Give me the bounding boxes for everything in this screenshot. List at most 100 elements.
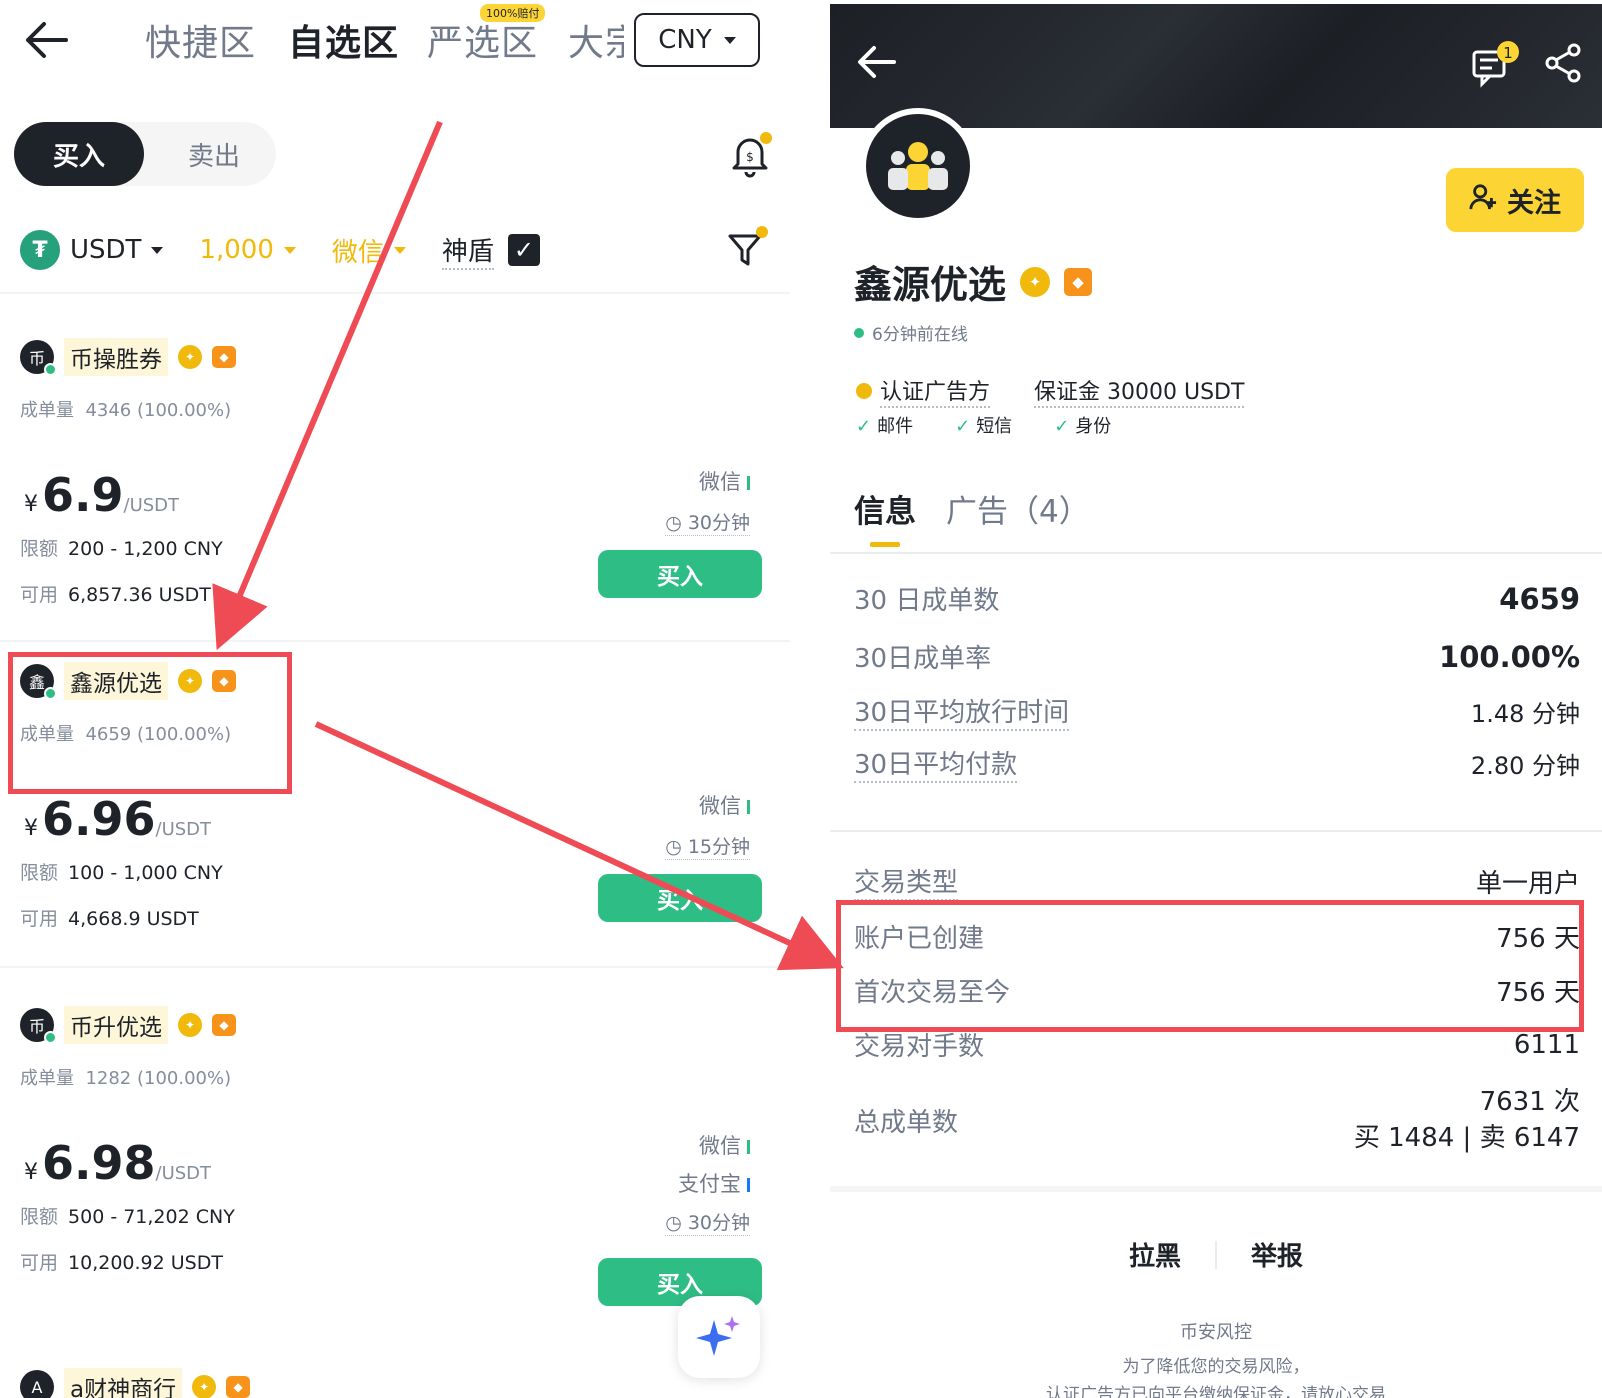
risk-control-title: 币安风控 bbox=[1180, 1322, 1252, 1343]
email-check-label: 邮件 bbox=[877, 416, 914, 437]
back-arrow-icon[interactable] bbox=[22, 18, 72, 62]
check-icon: ✓ bbox=[955, 416, 971, 437]
ai-assistant-button[interactable] bbox=[678, 1296, 760, 1378]
back-arrow-icon[interactable] bbox=[854, 42, 900, 82]
tab-bulk-zone[interactable]: 大宗 bbox=[568, 14, 624, 66]
tab-quick-zone[interactable]: 快捷区 bbox=[145, 14, 256, 66]
email-check: ✓ 邮件 bbox=[856, 412, 913, 438]
report-button[interactable]: 举报 bbox=[1251, 1236, 1303, 1273]
asset-filter[interactable]: USDT bbox=[70, 235, 141, 265]
deal-stats: 成单量 1282 (100.00%) bbox=[20, 1064, 231, 1090]
deal-label: 成单量 bbox=[20, 1068, 74, 1089]
buy-toggle-button[interactable]: 买入 bbox=[14, 122, 144, 186]
divider bbox=[0, 292, 790, 294]
payment-time: ◷ 30分钟 bbox=[665, 1208, 750, 1236]
currency-select[interactable]: CNY bbox=[634, 13, 760, 67]
currency-symbol: ¥ bbox=[24, 1160, 38, 1185]
payment-method-name: 微信 bbox=[699, 794, 741, 818]
follow-label: 关注 bbox=[1507, 187, 1561, 219]
caret-down-icon bbox=[151, 246, 164, 254]
buy-button[interactable]: 买入 bbox=[598, 874, 762, 922]
total-orders-breakdown: 买 1484 | 卖 6147 bbox=[1353, 1123, 1580, 1153]
filter-funnel-icon[interactable] bbox=[726, 226, 770, 270]
counterparties-value: 6111 bbox=[1513, 1029, 1580, 1060]
stat-row: 30日平均付款 2.80 分钟 bbox=[854, 744, 1580, 783]
stat-row: 30日平均放行时间 1.48 分钟 bbox=[854, 692, 1580, 731]
payment-filter[interactable]: 微信 bbox=[332, 232, 384, 269]
payment-method-name: 微信 bbox=[699, 470, 741, 494]
shield-badge-icon: ◆ bbox=[1064, 267, 1093, 296]
merchant-row[interactable]: A a财神商行 ✦ ◆ bbox=[20, 1368, 251, 1398]
merchant-row[interactable]: 币 币升优选 ✦ ◆ bbox=[20, 1006, 236, 1044]
verification-checks: ✓ 邮件 ✓ 短信 ✓ 身份 bbox=[856, 412, 1111, 438]
avatar: 币 bbox=[20, 1008, 57, 1044]
currency-symbol: ¥ bbox=[24, 492, 38, 517]
trade-type-label: 交易类型 bbox=[854, 862, 959, 901]
buy-sell-toggle: 买入 卖出 bbox=[14, 122, 276, 186]
divider bbox=[0, 966, 790, 968]
available: 可用 6,857.36 USDT bbox=[20, 580, 211, 607]
available-label: 可用 bbox=[20, 1252, 59, 1274]
payment-time-value: 15分钟 bbox=[687, 836, 750, 858]
avatar: 币 bbox=[20, 340, 57, 376]
online-status-text: 6分钟前在线 bbox=[872, 325, 968, 345]
add-user-icon bbox=[1469, 183, 1497, 218]
price-value: 6.96 bbox=[42, 792, 156, 846]
filter-row: ₮ USDT 1,000 微信 神盾 ✓ bbox=[20, 224, 540, 276]
shield-checkbox[interactable]: ✓ bbox=[507, 234, 540, 266]
online-dot bbox=[854, 327, 864, 338]
payment-method: 微信 bbox=[699, 1130, 750, 1160]
merchant-title-row: 鑫源优选 ✦ ◆ bbox=[854, 254, 1093, 309]
divider bbox=[830, 830, 1602, 832]
trade-type-value: 单一用户 bbox=[1475, 869, 1580, 899]
online-dot bbox=[44, 1031, 57, 1044]
payment-method-name: 支付宝 bbox=[678, 1172, 741, 1196]
amount-filter[interactable]: 1,000 bbox=[199, 235, 273, 265]
shield-badge-icon: ◆ bbox=[226, 1376, 251, 1398]
price-unit: /USDT bbox=[155, 1163, 212, 1184]
verified-dot-icon bbox=[856, 383, 872, 399]
stat-value: 100.00% bbox=[1439, 639, 1580, 674]
deposit-label[interactable]: 保证金 30000 USDT bbox=[1034, 374, 1245, 408]
limit-value: 200 - 1,200 CNY bbox=[68, 538, 223, 560]
limit-label: 限额 bbox=[20, 862, 59, 884]
wechat-marker bbox=[747, 800, 750, 814]
divider bbox=[830, 552, 1602, 554]
sms-check: ✓ 短信 bbox=[955, 412, 1012, 438]
divider bbox=[830, 1186, 1602, 1192]
tab-favorites-zone[interactable]: 自选区 bbox=[288, 14, 399, 66]
buy-button[interactable]: 买入 bbox=[598, 550, 762, 598]
available-label: 可用 bbox=[20, 908, 59, 930]
payment-time: ◷ 15分钟 bbox=[665, 832, 750, 860]
tab-ads[interactable]: 广告（4） bbox=[946, 486, 1090, 531]
chat-icon[interactable]: 1 bbox=[1470, 40, 1522, 88]
verified-badge-icon: ✦ bbox=[1020, 266, 1051, 297]
price-value: 6.9 bbox=[42, 468, 124, 522]
merchant-name: 币升优选 bbox=[64, 1006, 168, 1044]
limit: 限额 200 - 1,200 CNY bbox=[20, 534, 223, 561]
deal-label: 成单量 bbox=[20, 400, 74, 421]
merchant-name: 鑫源优选 bbox=[854, 263, 1007, 307]
deal-value: 1282 (100.00%) bbox=[85, 1068, 232, 1089]
payment-time-value: 30分钟 bbox=[687, 1212, 750, 1234]
verified-advertiser-label[interactable]: 认证广告方 bbox=[880, 374, 991, 408]
shield-filter-label: 神盾 bbox=[441, 231, 494, 270]
shield-badge-icon: ◆ bbox=[212, 1014, 236, 1036]
price-alert-bell-icon[interactable]: $ bbox=[728, 130, 772, 178]
block-button[interactable]: 拉黑 bbox=[1129, 1236, 1181, 1273]
tab-info[interactable]: 信息 bbox=[854, 486, 916, 531]
follow-button[interactable]: 关注 bbox=[1446, 168, 1584, 232]
deal-value: 4346 (100.00%) bbox=[85, 400, 232, 421]
available-value: 6,857.36 USDT bbox=[68, 584, 211, 606]
payment-time: ◷ 30分钟 bbox=[665, 508, 750, 536]
merchant-row[interactable]: 币 币操胜券 ✦ ◆ bbox=[20, 338, 236, 376]
sell-toggle-button[interactable]: 卖出 bbox=[154, 122, 274, 186]
sparkle-icon bbox=[696, 1316, 740, 1356]
share-icon[interactable] bbox=[1542, 42, 1584, 84]
deal-stats: 成单量 4346 (100.00%) bbox=[20, 396, 231, 422]
verified-badge-icon: ✦ bbox=[178, 1013, 202, 1037]
payment-method: 微信 bbox=[699, 790, 750, 820]
usdt-icon: ₮ bbox=[20, 230, 60, 270]
verification-row: 认证广告方 保证金 30000 USDT bbox=[856, 374, 1245, 408]
sms-check-label: 短信 bbox=[976, 416, 1013, 437]
